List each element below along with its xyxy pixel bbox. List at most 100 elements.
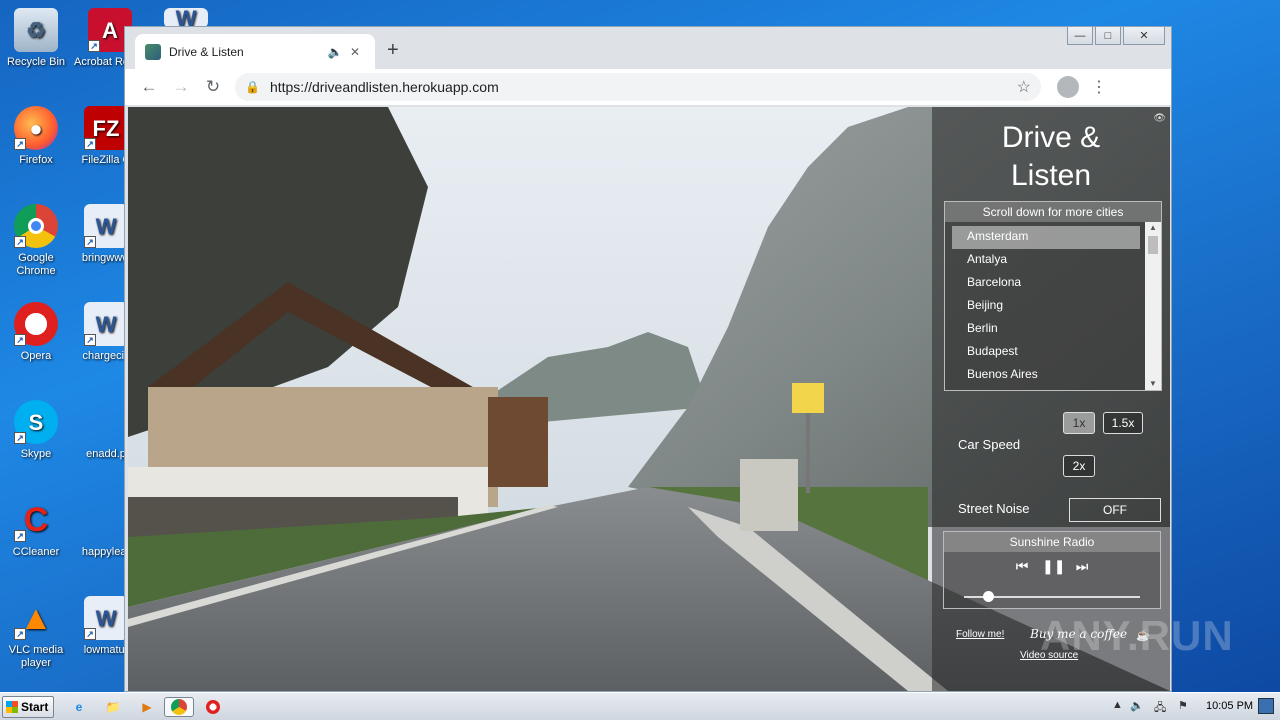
tab-strip: Drive & Listen 🔈 ✕ + — □ ✕ (125, 27, 1171, 69)
taskbar-ie-icon[interactable]: e (68, 697, 90, 717)
speed-1-5x-button[interactable]: 1.5x (1103, 412, 1143, 434)
shortcut-arrow-icon: ↗ (84, 334, 96, 346)
desktop-icon-skype[interactable]: S ↗ Skype (0, 400, 72, 461)
desktop-icon-opera[interactable]: ↗ Opera (0, 302, 72, 363)
city-option-beijing[interactable]: Beijing (952, 295, 1140, 318)
taskbar-explorer-icon[interactable]: 📁 (102, 697, 124, 717)
back-arrow-icon[interactable]: ← (133, 77, 165, 97)
shortcut-arrow-icon: ↗ (84, 236, 96, 248)
desktop-icon-recycle-bin[interactable]: ♻ Recycle Bin (0, 8, 72, 69)
shortcut-arrow-icon: ↗ (14, 138, 26, 150)
desktop-icon-label: Opera (20, 350, 52, 362)
bus-stop-pole (806, 413, 810, 493)
city-selector[interactable]: Scroll down for more cities Amsterdam An… (944, 201, 1162, 391)
window-controls: — □ ✕ (1065, 27, 1165, 45)
scroll-down-arrow-icon[interactable]: ▼ (1145, 378, 1161, 390)
street-noise-toggle[interactable]: OFF (1069, 498, 1161, 522)
new-tab-button[interactable]: + (387, 39, 399, 62)
desktop-icon-vlc[interactable]: ▲ ↗ VLC media player (0, 596, 72, 670)
city-option-amsterdam[interactable]: Amsterdam (952, 226, 1140, 249)
shortcut-arrow-icon: ↗ (14, 530, 26, 542)
word-doc-icon: W ↗ (84, 302, 128, 346)
car-speed-label: Car Speed (958, 437, 1021, 452)
city-scroll-hint: Scroll down for more cities (945, 202, 1161, 222)
scroll-up-arrow-icon[interactable]: ▲ (1145, 222, 1161, 234)
desktop-icon-label: VLC media player (8, 644, 64, 669)
taskbar-chrome-icon[interactable] (164, 697, 194, 717)
close-window-button[interactable]: ✕ (1123, 27, 1165, 45)
radio-station-name: Sunshine Radio (944, 532, 1160, 552)
city-option-barcelona[interactable]: Barcelona (952, 272, 1140, 295)
site-favicon-icon (145, 43, 161, 60)
desktop-icon-chrome[interactable]: ↗ Google Chrome (0, 204, 72, 278)
previous-track-icon[interactable]: ⏮ (1012, 558, 1032, 576)
app-title: Drive & Listen (932, 119, 1170, 195)
radio-player: Sunshine Radio ⏮ ❚❚ ⏭ (943, 531, 1161, 609)
follow-me-link[interactable]: Follow me! (956, 629, 1004, 640)
shortcut-arrow-icon: ↗ (14, 334, 26, 346)
control-panel: 👁 Drive & Listen Scroll down for more ci… (932, 107, 1170, 691)
windows-logo-icon (6, 701, 18, 713)
bookmark-star-icon[interactable]: ☆ (1017, 77, 1031, 97)
word-doc-icon: W (164, 7, 208, 29)
next-track-icon[interactable]: ⏭ (1072, 558, 1092, 576)
city-list[interactable]: Amsterdam Antalya Barcelona Beijing Berl… (952, 226, 1140, 387)
desktop-icon-ccleaner[interactable]: C ↗ CCleaner (0, 498, 72, 559)
app-title-line1: Drive & (1001, 121, 1101, 154)
address-bar[interactable]: 🔒 https://driveandlisten.herokuapp.com ☆ (235, 73, 1041, 101)
tab-audio-speaker-icon[interactable]: 🔈 (325, 45, 345, 59)
desktop-icon-firefox[interactable]: ● ↗ Firefox (0, 106, 72, 167)
opera-icon (206, 700, 220, 714)
word-doc-icon: W ↗ (84, 204, 128, 248)
maximize-button[interactable]: □ (1095, 27, 1121, 45)
show-desktop-button[interactable] (1258, 698, 1274, 714)
vlc-cone-icon: ▲ ↗ (14, 596, 58, 640)
page-viewport: 👁 Drive & Listen Scroll down for more ci… (128, 107, 1170, 691)
url-text[interactable]: https://driveandlisten.herokuapp.com (270, 79, 1017, 95)
city-option-budapest[interactable]: Budapest (952, 341, 1140, 364)
desktop-icon-label: Recycle Bin (6, 56, 66, 68)
bus-stop-sign (792, 383, 824, 413)
skype-icon: S ↗ (14, 400, 58, 444)
chrome-icon (171, 699, 187, 715)
forward-arrow-icon[interactable]: → (165, 77, 197, 97)
city-option-antalya[interactable]: Antalya (952, 249, 1140, 272)
utility-box (740, 459, 798, 531)
city-list-scrollbar[interactable]: ▲ ▼ (1145, 222, 1161, 390)
taskbar-clock[interactable]: 10:05 PM (1206, 700, 1253, 712)
shortcut-arrow-icon: ↗ (14, 628, 26, 640)
tray-action-center-flag-icon[interactable]: ⚑ (1178, 699, 1188, 712)
taskbar-media-player-icon[interactable]: ▶ (136, 697, 158, 717)
shortcut-arrow-icon: ↗ (88, 40, 100, 52)
ccleaner-icon: C ↗ (14, 498, 58, 542)
filezilla-icon: FZ ↗ (84, 106, 128, 150)
shortcut-arrow-icon: ↗ (14, 432, 26, 444)
tray-expand-icon[interactable]: ▲ (1112, 699, 1123, 711)
taskbar-opera-icon[interactable] (202, 697, 224, 717)
profile-avatar-icon[interactable] (1057, 76, 1079, 98)
chrome-center-icon (28, 218, 44, 234)
city-option-buenos-aires[interactable]: Buenos Aires (952, 364, 1140, 387)
city-option-berlin[interactable]: Berlin (952, 318, 1140, 341)
minimize-button[interactable]: — (1067, 27, 1093, 45)
shortcut-arrow-icon: ↗ (84, 138, 96, 150)
desktop-icon-label: Skype (20, 448, 52, 460)
volume-slider-knob[interactable] (983, 591, 995, 602)
reload-icon[interactable]: ↻ (197, 77, 229, 97)
speed-1x-button[interactable]: 1x (1063, 412, 1095, 434)
pause-icon[interactable]: ❚❚ (1042, 558, 1065, 576)
scrollbar-thumb[interactable] (1148, 236, 1158, 254)
tray-volume-icon[interactable]: 🔈 (1130, 699, 1144, 712)
desktop-icon-label: Google Chrome (16, 252, 56, 277)
tray-network-icon[interactable]: 🖧 (1154, 699, 1166, 718)
blank-file-icon (84, 400, 128, 444)
tab-close-icon[interactable]: ✕ (345, 45, 365, 59)
street-noise-label: Street Noise (958, 501, 1030, 516)
browser-menu-icon[interactable]: ⋮ (1091, 77, 1107, 97)
speed-2x-button[interactable]: 2x (1063, 455, 1095, 477)
tab-drive-and-listen[interactable]: Drive & Listen 🔈 ✕ (135, 34, 375, 69)
app-title-line2: Listen (1010, 159, 1092, 192)
lock-icon[interactable]: 🔒 (245, 80, 260, 94)
chalet-right (488, 397, 548, 487)
start-button[interactable]: Start (2, 696, 54, 718)
